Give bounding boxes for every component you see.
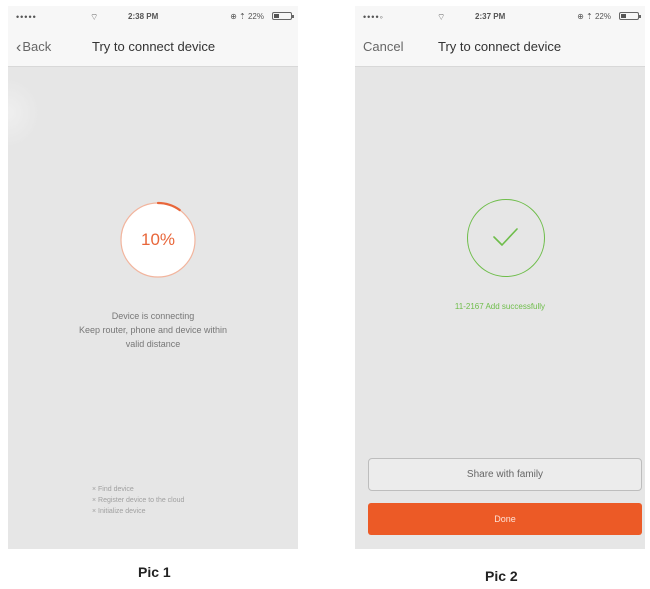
progress-ring: 10% [119, 201, 197, 279]
success-circle [467, 199, 545, 277]
step-register-device: × Register device to the cloud [92, 497, 185, 504]
connecting-message-line1: Device is connecting [111, 311, 195, 321]
connecting-message-line2: Keep router, phone and device within [78, 325, 228, 335]
page-title: Try to connect device [438, 39, 562, 54]
wifi-icon: ⌔ [90, 12, 99, 22]
checkmark-icon [493, 228, 518, 246]
back-label: Back [22, 39, 52, 54]
status-bar: ••••• ⌔ 2:38 PM ⊕ ⇡ 22% [8, 6, 298, 28]
battery-percent: ⊕ ⇡ 22% [230, 12, 264, 21]
battery-icon [272, 12, 294, 20]
navigation-bar: Cancel Try to connect device [355, 28, 645, 67]
status-time: 2:38 PM [128, 12, 159, 21]
cancel-button[interactable]: Cancel [363, 39, 403, 54]
connection-steps: × Find device × Register device to the c… [92, 484, 184, 517]
battery-percent: ⊕ ⇡ 22% [577, 12, 611, 21]
battery-icon [619, 12, 641, 20]
signal-icon: ••••• [16, 12, 37, 22]
navigation-bar: ‹Back Try to connect device [8, 28, 298, 67]
caption-pic-1: Pic 1 [138, 564, 171, 580]
phone-screen-success: ••••◦ ⌔ 2:37 PM ⊕ ⇡ 22% Cancel Try to co… [355, 6, 645, 549]
success-message: 11-2167 Add successfully [454, 302, 546, 311]
status-time: 2:37 PM [475, 12, 506, 21]
caption-pic-2: Pic 2 [485, 568, 518, 584]
step-initialize-device: × Initialize device [92, 508, 146, 515]
page-title: Try to connect device [92, 39, 216, 54]
progress-label: 10% [140, 230, 176, 249]
connecting-message-line3: valid distance [125, 339, 181, 349]
phone-screen-connecting: ••••• ⌔ 2:38 PM ⊕ ⇡ 22% ‹Back Try to con… [8, 6, 298, 549]
share-with-family-button[interactable]: Share with family [368, 458, 642, 491]
done-button[interactable]: Done [368, 503, 642, 535]
background-shadow [8, 78, 40, 148]
step-find-device: × Find device [92, 486, 134, 493]
chevron-left-icon: ‹ [16, 39, 22, 56]
status-bar: ••••◦ ⌔ 2:37 PM ⊕ ⇡ 22% [355, 6, 645, 28]
wifi-icon: ⌔ [437, 12, 446, 22]
signal-icon: ••••◦ [363, 12, 384, 22]
back-button[interactable]: ‹Back [16, 39, 51, 57]
